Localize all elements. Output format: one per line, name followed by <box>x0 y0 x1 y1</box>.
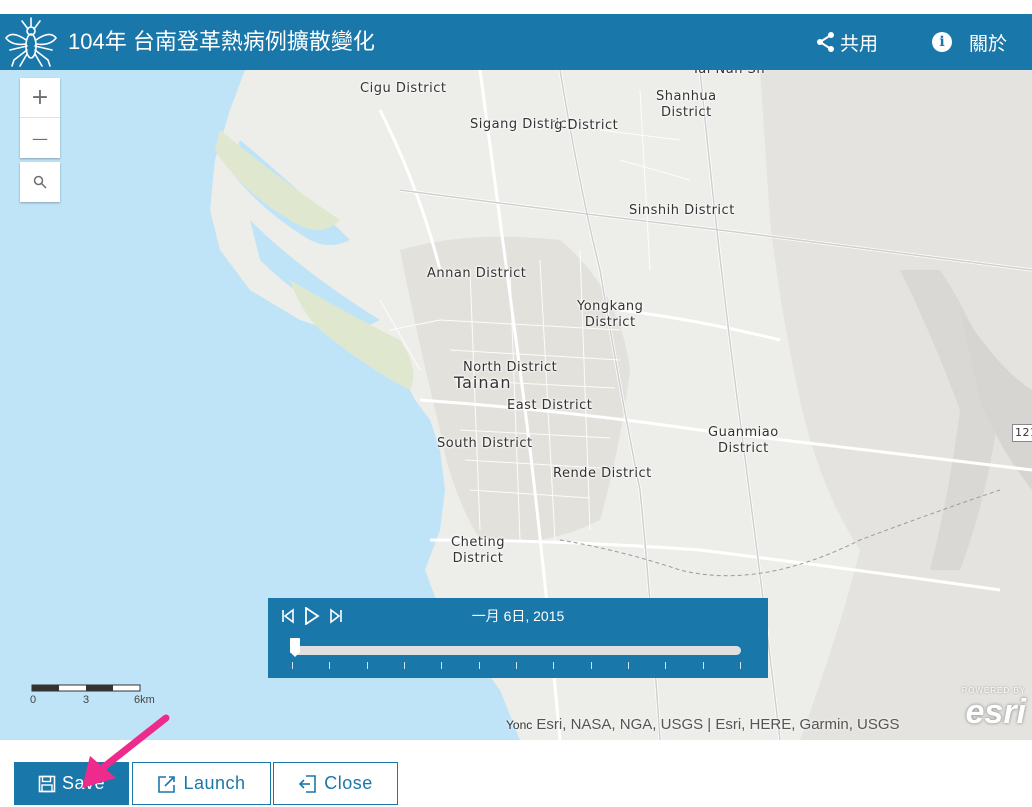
scale-label-6km: 6km <box>134 694 155 706</box>
save-icon <box>38 775 56 792</box>
time-slider-tick <box>702 662 704 669</box>
about-label: 關於 <box>969 33 1008 55</box>
scale-label-3: 3 <box>83 694 90 706</box>
search-icon <box>33 175 47 189</box>
launch-icon <box>158 775 176 793</box>
place-label-shanhua: Shanhua District <box>656 89 717 120</box>
time-slider-tick <box>516 662 517 669</box>
zoom-control: + — <box>20 78 60 158</box>
place-label-south: South District <box>437 436 533 451</box>
time-slider-tick <box>628 662 629 669</box>
time-slider-tick <box>404 662 405 669</box>
route-shield: 121 <box>1012 424 1032 442</box>
mosquito-icon <box>4 17 58 67</box>
zoom-in-button[interactable]: + <box>20 78 60 118</box>
map-attribution: Yonc Esri, NASA, NGA, USGS | Esri, HERE,… <box>506 716 900 733</box>
save-button[interactable]: Save <box>14 762 129 805</box>
close-label: Close <box>324 773 373 793</box>
info-icon: i <box>932 32 952 52</box>
zoom-out-button[interactable]: — <box>20 118 60 158</box>
time-slider-thumb[interactable] <box>290 638 300 657</box>
close-exit-icon <box>299 774 317 793</box>
place-label-tainan: Tainan <box>454 373 512 392</box>
time-slider-tick <box>292 662 293 669</box>
place-label-guanmiao: Guanmiao District <box>708 425 779 456</box>
app-header: 104年 台南登革熱病例擴散變化 共用 i 關於 <box>0 14 1032 70</box>
time-slider-tick <box>441 662 443 669</box>
search-button[interactable] <box>20 162 60 202</box>
time-slider-tick <box>478 662 480 669</box>
place-label-cheting: Cheting District <box>451 535 506 566</box>
esri-logo: POWERED BY esri <box>961 686 1026 731</box>
place-label-rende: Rende District <box>553 466 652 481</box>
place-label-tainan-city: Tai Nan Sh <box>692 70 765 78</box>
time-slider-date: 一月 6日, 2015 <box>471 608 565 624</box>
scale-label-0: 0 <box>30 694 37 706</box>
share-button[interactable]: 共用 <box>815 30 879 55</box>
launch-label: Launch <box>183 773 246 793</box>
close-button[interactable]: Close <box>273 762 398 805</box>
share-icon <box>817 32 834 52</box>
launch-button[interactable]: Launch <box>132 762 271 805</box>
time-slider-tick <box>329 662 331 669</box>
attribution-text: Esri, NASA, NGA, USGS | Esri, HERE, Garm… <box>536 716 900 733</box>
map-view[interactable]: Tai Nan Sh Cigu District ShanhuaDistrict… <box>0 70 1032 740</box>
place-label-sigang-overlap: ig District <box>550 118 619 133</box>
time-slider: 一月 6日, 2015 <box>268 598 768 678</box>
time-slider-tick <box>366 662 368 669</box>
scale-bar: 0 3 6km <box>30 682 165 712</box>
app-title: 104年 台南登革熱病例擴散變化 <box>68 29 375 54</box>
share-label: 共用 <box>840 33 879 55</box>
time-slider-tick <box>740 662 741 669</box>
about-button[interactable]: i 關於 <box>932 30 1008 55</box>
place-label-cigu: Cigu District <box>360 81 447 96</box>
attribution-cut-label: Yonc <box>506 718 533 732</box>
place-label-yongkang: Yongkang District <box>577 299 644 330</box>
time-slider-tick <box>553 662 555 669</box>
time-slider-ticks <box>292 662 741 670</box>
time-slider-tick <box>665 662 667 669</box>
time-slider-tick <box>590 662 592 669</box>
save-label: Save <box>61 773 106 793</box>
action-bar: Save Launch Close <box>0 762 1032 807</box>
place-label-annan: Annan District <box>427 266 527 281</box>
place-label-sinshih: Sinshih District <box>629 203 735 218</box>
place-label-east: East District <box>507 398 593 413</box>
time-slider-track[interactable] <box>290 638 741 657</box>
